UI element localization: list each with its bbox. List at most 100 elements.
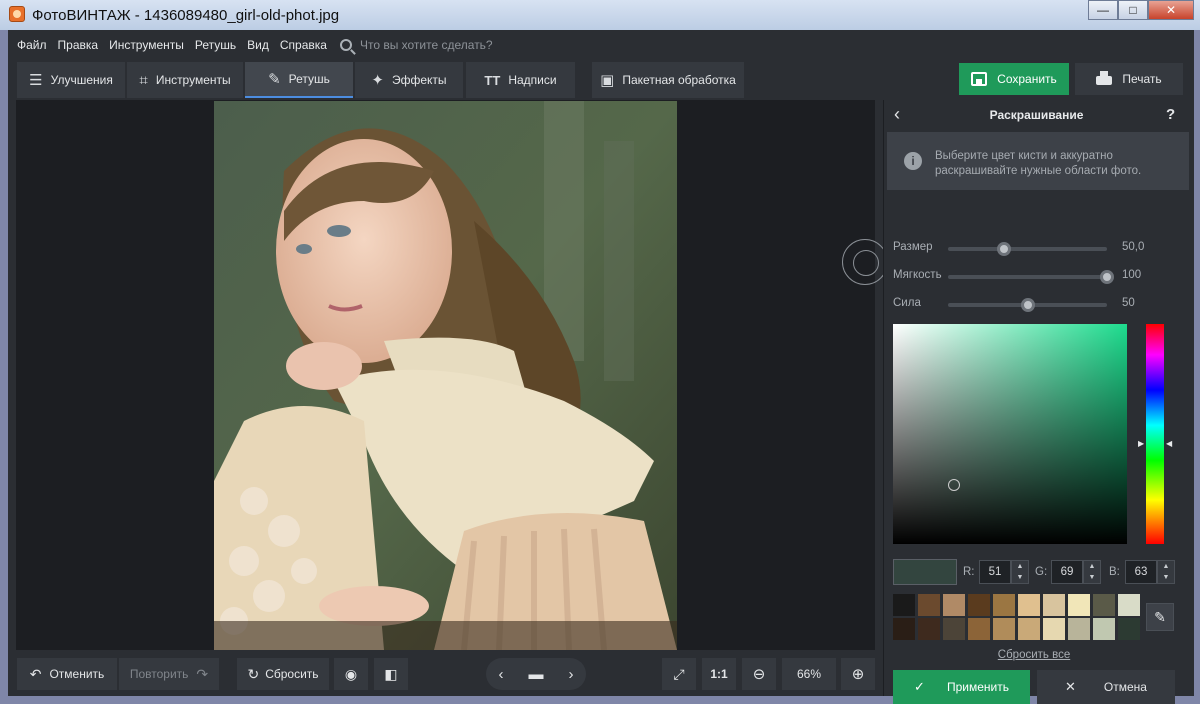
zoom-in-button[interactable]: ⊕: [841, 658, 875, 690]
minimize-button[interactable]: —: [1088, 0, 1118, 20]
palette-swatch[interactable]: [1043, 618, 1065, 640]
green-stepper[interactable]: ▲ ▼: [1083, 560, 1101, 584]
main-toolbar: ☰ Улучшения ⌗ Инструменты ✎ Ретушь ✦ Эфф…: [8, 60, 1194, 100]
palette-swatch[interactable]: [993, 594, 1015, 616]
reset-button[interactable]: ↻ Сбросить: [237, 658, 329, 690]
redo-label: Повторить: [129, 667, 189, 681]
palette-swatch[interactable]: [1118, 594, 1140, 616]
blue-stepper[interactable]: ▲ ▼: [1157, 560, 1175, 584]
menu-file[interactable]: Файл: [17, 38, 47, 52]
palette-swatch[interactable]: [1043, 594, 1065, 616]
compare-button[interactable]: ◧: [374, 658, 408, 690]
previous-photo-button[interactable]: ‹: [499, 666, 504, 683]
save-label: Сохранить: [997, 72, 1057, 86]
preview-eye-button[interactable]: ◉: [334, 658, 368, 690]
palette-swatch[interactable]: [1018, 618, 1040, 640]
size-slider[interactable]: [948, 242, 1107, 256]
cancel-label: Отмена: [1103, 680, 1147, 694]
hue-slider[interactable]: ▶ ◀: [1138, 324, 1172, 544]
text-icon: TT: [484, 72, 501, 88]
cancel-button[interactable]: ✕ Отмена: [1037, 670, 1175, 704]
photo-illustration: [214, 101, 677, 650]
strength-slider[interactable]: [948, 298, 1107, 312]
palette-swatch[interactable]: [1093, 618, 1115, 640]
tab-captions[interactable]: TT Надписи: [466, 62, 575, 98]
edited-photo[interactable]: [214, 101, 677, 650]
redo-button[interactable]: Повторить ↷: [119, 658, 219, 690]
image-stack-icon: ▣: [600, 72, 615, 89]
eyedropper-button[interactable]: ✎: [1146, 603, 1174, 631]
command-search-placeholder: Что вы хотите сделать?: [359, 38, 493, 52]
close-button[interactable]: ✕: [1148, 0, 1194, 20]
tab-tools[interactable]: ⌗ Инструменты: [127, 62, 243, 98]
palette-swatch[interactable]: [893, 618, 915, 640]
print-button[interactable]: Печать: [1075, 63, 1183, 95]
palette-swatch[interactable]: [1093, 594, 1115, 616]
size-slider-knob[interactable]: [996, 242, 1011, 256]
photo-canvas[interactable]: [16, 100, 888, 682]
undo-button[interactable]: ↶ Отменить: [17, 658, 117, 690]
menu-help[interactable]: Справка: [280, 38, 327, 52]
menu-tools[interactable]: Инструменты: [109, 38, 184, 52]
search-icon: [339, 39, 352, 51]
maximize-button[interactable]: □: [1118, 0, 1148, 20]
save-button[interactable]: Сохранить: [959, 63, 1069, 95]
tab-retouch[interactable]: ✎ Ретушь: [245, 62, 353, 98]
palette-swatch[interactable]: [1068, 594, 1090, 616]
fit-to-screen-button[interactable]: ⤢: [662, 658, 696, 690]
red-label: R:: [963, 566, 975, 578]
palette-swatch[interactable]: [1118, 618, 1140, 640]
tab-effects[interactable]: ✦ Эффекты: [355, 62, 463, 98]
palette-swatch[interactable]: [893, 594, 915, 616]
softness-slider[interactable]: [948, 270, 1114, 284]
saturation-value-field[interactable]: [893, 324, 1127, 544]
tab-enhancements[interactable]: ☰ Улучшения: [17, 62, 125, 98]
strength-slider-knob[interactable]: [1020, 298, 1035, 312]
palette-swatch[interactable]: [918, 594, 940, 616]
printer-icon: [1096, 70, 1113, 85]
red-stepper[interactable]: ▲ ▼: [1011, 560, 1029, 584]
palette-swatch[interactable]: [943, 618, 965, 640]
reset-all-link[interactable]: Сбросить все: [884, 649, 1184, 661]
app-window: Файл Правка Инструменты Ретушь Вид Справ…: [8, 30, 1194, 704]
next-photo-button[interactable]: ›: [569, 666, 574, 683]
sliders-icon: ☰: [29, 72, 43, 89]
zoom-level[interactable]: 66%: [782, 658, 836, 690]
app-logo-icon: [9, 6, 25, 22]
help-button[interactable]: ?: [1166, 106, 1175, 123]
menu-edit[interactable]: Правка: [58, 38, 99, 52]
palette-swatch[interactable]: [918, 618, 940, 640]
batch-processing-button[interactable]: ▣ Пакетная обработка: [592, 62, 744, 98]
print-label: Печать: [1122, 72, 1162, 86]
apply-label: Применить: [946, 680, 1009, 694]
color-picker-handle[interactable]: [947, 478, 960, 491]
reset-label: Сбросить: [265, 667, 319, 681]
zoom-actual-size-button[interactable]: 1:1: [702, 658, 736, 690]
menu-retouch[interactable]: Ретушь: [195, 38, 236, 52]
red-input[interactable]: 51: [979, 560, 1011, 584]
color-palette: [893, 594, 1141, 640]
palette-swatch[interactable]: [1068, 618, 1090, 640]
undo-icon: ↶: [29, 665, 42, 682]
window-controls: — □ ✕: [1088, 0, 1194, 20]
palette-swatch[interactable]: [943, 594, 965, 616]
palette-swatch[interactable]: [968, 618, 990, 640]
palette-swatch[interactable]: [1018, 594, 1040, 616]
tab-retouch-label: Ретушь: [288, 72, 330, 86]
blue-input[interactable]: 63: [1125, 560, 1157, 584]
size-value: 50,0: [1122, 241, 1145, 253]
green-input[interactable]: 69: [1051, 560, 1083, 584]
redo-icon: ↷: [196, 665, 209, 682]
tab-effects-label: Эффекты: [392, 73, 447, 87]
folder-icon[interactable]: ▬: [529, 666, 544, 683]
command-search[interactable]: Что вы хотите сделать?: [339, 38, 493, 52]
apply-button[interactable]: ✓ Применить: [893, 670, 1030, 704]
menu-view[interactable]: Вид: [247, 38, 269, 52]
zoom-out-button[interactable]: ⊖: [742, 658, 776, 690]
menu-bar: Файл Правка Инструменты Ретушь Вид Справ…: [8, 30, 1194, 60]
palette-swatch[interactable]: [968, 594, 990, 616]
softness-slider-knob[interactable]: [1100, 270, 1114, 284]
palette-swatch[interactable]: [993, 618, 1015, 640]
fit-screen-icon: ⤢: [673, 665, 685, 682]
softness-label: Мягкость: [893, 269, 942, 281]
